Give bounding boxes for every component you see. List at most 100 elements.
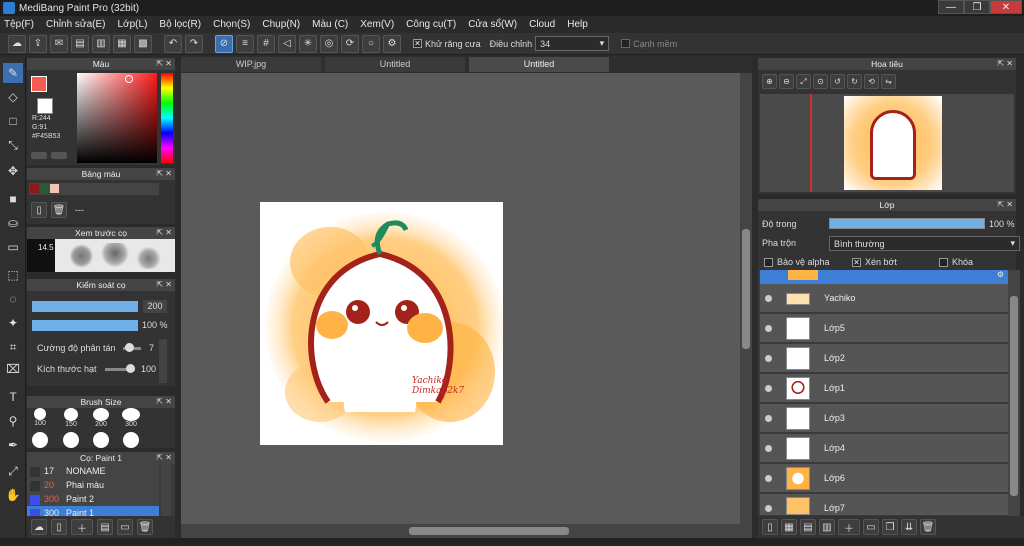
correction-select[interactable]: 34 ▾ <box>535 36 610 51</box>
redo-icon[interactable]: ↷ <box>185 34 203 53</box>
grid-icon[interactable]: ▩ <box>134 34 152 53</box>
swap-color-button[interactable] <box>31 152 47 159</box>
palette-swatch[interactable] <box>40 184 49 193</box>
rotate-left-icon[interactable]: ↺ <box>830 74 845 89</box>
folder-icon[interactable]: ▭ <box>117 519 133 535</box>
snap-off-icon[interactable]: ⊘ <box>215 34 233 53</box>
layer-row[interactable]: Lớp2 <box>760 344 1008 373</box>
page-icon[interactable]: ▥ <box>92 34 110 53</box>
brush-list-item-selected[interactable]: 300 Paint 1 <box>27 506 159 516</box>
new-8bit-layer-icon[interactable]: ▤ <box>800 519 816 535</box>
layer-row[interactable]: Yachiko <box>760 284 1008 313</box>
menu-window[interactable]: Cửa sổ(W) <box>468 19 517 30</box>
panel-close-icon[interactable]: ⇱ ✕ <box>997 199 1013 211</box>
maximize-button[interactable]: ❐ <box>964 0 990 14</box>
brush-control-scrollbar[interactable] <box>159 339 167 383</box>
clipping-checkbox[interactable]: ✕ <box>852 258 861 267</box>
eye-icon[interactable] <box>765 355 772 362</box>
zoom-in-icon[interactable]: ⊕ <box>762 74 777 89</box>
brush-size-preset[interactable] <box>32 432 48 448</box>
close-button[interactable]: ✕ <box>990 0 1022 14</box>
zoom-out-icon[interactable]: ⊖ <box>779 74 794 89</box>
menu-edit[interactable]: Chỉnh sửa(E) <box>46 19 106 30</box>
scatter-slider-knob[interactable] <box>125 343 134 352</box>
new-palette-icon[interactable]: ▯ <box>31 202 47 218</box>
brush-size-preset[interactable]: 150 <box>61 408 81 428</box>
reset-color-button[interactable] <box>51 152 67 159</box>
layer-row[interactable]: Lớp6 <box>760 464 1008 493</box>
new-halftone-layer-icon[interactable]: ▦ <box>781 519 797 535</box>
brush-size-preset[interactable] <box>93 432 109 448</box>
radial-snap-icon[interactable]: ✳ <box>299 34 317 53</box>
rect-select-icon[interactable]: ⬚ <box>3 265 23 285</box>
operation-tool-icon[interactable]: ⤢ <box>3 461 23 481</box>
eye-icon[interactable] <box>765 475 772 482</box>
rotate-right-icon[interactable]: ↻ <box>847 74 862 89</box>
protect-alpha-checkbox[interactable] <box>764 258 773 267</box>
brush-list-item[interactable]: 20 Phai màu <box>27 478 159 492</box>
palette-swatch[interactable] <box>50 184 59 193</box>
brush-size-preset[interactable]: 300 <box>121 408 141 428</box>
layer-list-scrollbar[interactable] <box>1008 270 1020 516</box>
comic-page-icon[interactable]: ▦ <box>113 34 131 53</box>
cross-snap-icon[interactable]: # <box>257 34 275 53</box>
document-icon[interactable]: ▤ <box>71 34 89 53</box>
menu-cloud[interactable]: Cloud <box>529 19 555 30</box>
layer-folder-icon[interactable]: ▭ <box>863 519 879 535</box>
eyedropper-tool-icon[interactable]: ✒ <box>3 435 23 455</box>
menu-layer[interactable]: Lớp(L) <box>118 19 148 30</box>
layer-row-selected[interactable]: ⚙ <box>760 270 1008 284</box>
lasso-select-icon[interactable]: ◌ <box>3 289 23 309</box>
fill-rect-icon[interactable]: ■ <box>3 189 23 209</box>
cloud-brush-icon[interactable]: ☁ <box>31 519 47 535</box>
eye-icon[interactable] <box>765 295 772 302</box>
panel-close-icon[interactable]: ⇱ ✕ <box>156 227 172 239</box>
delete-layer-icon[interactable]: 🗑 <box>920 519 936 535</box>
actual-size-icon[interactable]: ⊙ <box>813 74 828 89</box>
select-pen-icon[interactable]: ⤡ <box>3 135 23 155</box>
flip-icon[interactable]: ⇋ <box>881 74 896 89</box>
eraser-tool-icon[interactable]: ◇ <box>3 87 23 107</box>
brush-size-preset[interactable] <box>63 432 79 448</box>
select-eraser-icon[interactable]: ⌧ <box>3 359 23 379</box>
brush-size-preset[interactable]: 100 <box>30 408 50 428</box>
hand-tool-icon[interactable]: ✋ <box>3 485 23 505</box>
canvas-vscroll-thumb[interactable] <box>742 229 750 349</box>
menu-color[interactable]: Màu (C) <box>312 19 348 30</box>
foreground-color-swatch[interactable] <box>31 76 47 92</box>
menu-file[interactable]: Tệp(F) <box>4 19 34 30</box>
brush-opacity-slider[interactable] <box>32 320 138 331</box>
text-tool-icon[interactable]: T <box>3 387 23 407</box>
parallel-snap-icon[interactable]: ≡ <box>236 34 254 53</box>
menu-snap[interactable]: Chụp(N) <box>262 19 300 30</box>
menu-tools[interactable]: Công cụ(T) <box>406 19 456 30</box>
new-1bit-layer-icon[interactable]: ▥ <box>819 519 835 535</box>
move-tool-icon[interactable]: ✥ <box>3 161 23 181</box>
canvas-area[interactable]: Yachiko Dimkap2k7 <box>181 73 752 524</box>
navigator-preview[interactable] <box>760 94 1014 192</box>
merge-layer-icon[interactable]: ⇊ <box>901 519 917 535</box>
menu-select[interactable]: Chọn(S) <box>213 19 250 30</box>
delete-palette-icon[interactable]: 🗑 <box>51 202 67 218</box>
panel-close-icon[interactable]: ⇱ ✕ <box>997 58 1013 70</box>
brush-tool-icon[interactable]: ✎ <box>3 63 23 83</box>
soft-edge-checkbox[interactable] <box>621 39 631 48</box>
brush-size-preset[interactable]: 200 <box>91 408 111 428</box>
circle-snap-icon[interactable]: ○ <box>362 34 380 53</box>
brush-list-item[interactable]: 300 Paint 2 <box>27 492 159 506</box>
cloud-icon[interactable]: ☁ <box>8 34 26 53</box>
menu-help[interactable]: Help <box>567 19 588 30</box>
background-color-swatch[interactable] <box>37 98 53 114</box>
blend-mode-select[interactable]: Bình thường ▾ <box>829 236 1020 251</box>
eye-icon[interactable] <box>765 505 772 512</box>
panel-close-icon[interactable]: ⇱ ✕ <box>156 279 172 291</box>
bucket-tool-icon[interactable]: ⛀ <box>3 213 23 233</box>
layer-row[interactable]: Lớp4 <box>760 434 1008 463</box>
panel-close-icon[interactable]: ⇱ ✕ <box>156 58 172 70</box>
add-layer-menu-icon[interactable]: ＋ <box>838 519 860 535</box>
layer-row[interactable]: Lớp7 <box>760 494 1008 516</box>
panel-close-icon[interactable]: ⇱ ✕ <box>156 168 172 180</box>
share-icon[interactable]: ⇪ <box>29 34 47 53</box>
palette-swatch[interactable] <box>30 184 39 193</box>
grain-slider-knob[interactable] <box>126 364 135 373</box>
